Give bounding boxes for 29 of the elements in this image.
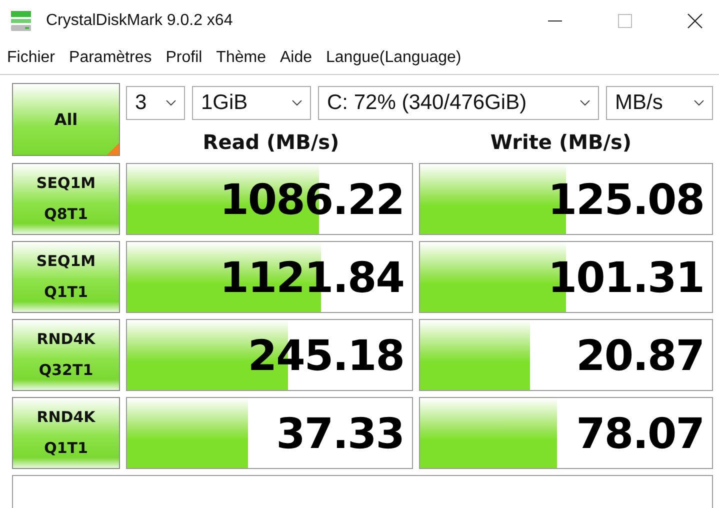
menu-item[interactable]: Paramètres [69,49,152,67]
menu-item[interactable]: Fichier [7,49,56,67]
column-header: Read (MB/s) [202,130,340,154]
test-button[interactable]: RND4K Q32T1 [12,319,120,391]
menu-item[interactable]: Aide [280,49,312,67]
result-value: 20.87 [576,330,705,380]
test-button[interactable]: SEQ1M Q1T1 [12,241,120,313]
close-icon[interactable] [687,13,703,29]
corner-mark-icon [107,143,119,155]
chevron-icon [694,100,704,106]
dropdown[interactable]: MB/s [606,86,713,120]
dropdown[interactable]: C: 72% (340/476GiB) [318,86,599,120]
chevron-icon [166,100,176,106]
chevron-icon [580,100,590,106]
test-button[interactable]: RND4K Q1T1 [12,397,120,469]
column-header: Write (MB/s) [489,130,633,154]
app-icon [10,9,32,33]
test-button[interactable]: SEQ1M Q8T1 [12,163,120,235]
menu-item[interactable]: Langue(Language) [326,49,462,67]
result-value: 78.07 [576,408,705,458]
dropdown[interactable]: 1GiB [192,86,311,120]
window-title: CrystalDiskMark 9.0.2 x64 [46,12,233,30]
result-value: 37.33 [276,408,405,458]
menu-item[interactable]: Profil [166,49,202,67]
all-button[interactable]: All [12,83,120,156]
chevron-icon [292,100,302,106]
comment-field[interactable] [12,475,713,508]
dropdown[interactable]: 3 [126,86,185,120]
menu-item[interactable]: Thème [216,49,266,67]
